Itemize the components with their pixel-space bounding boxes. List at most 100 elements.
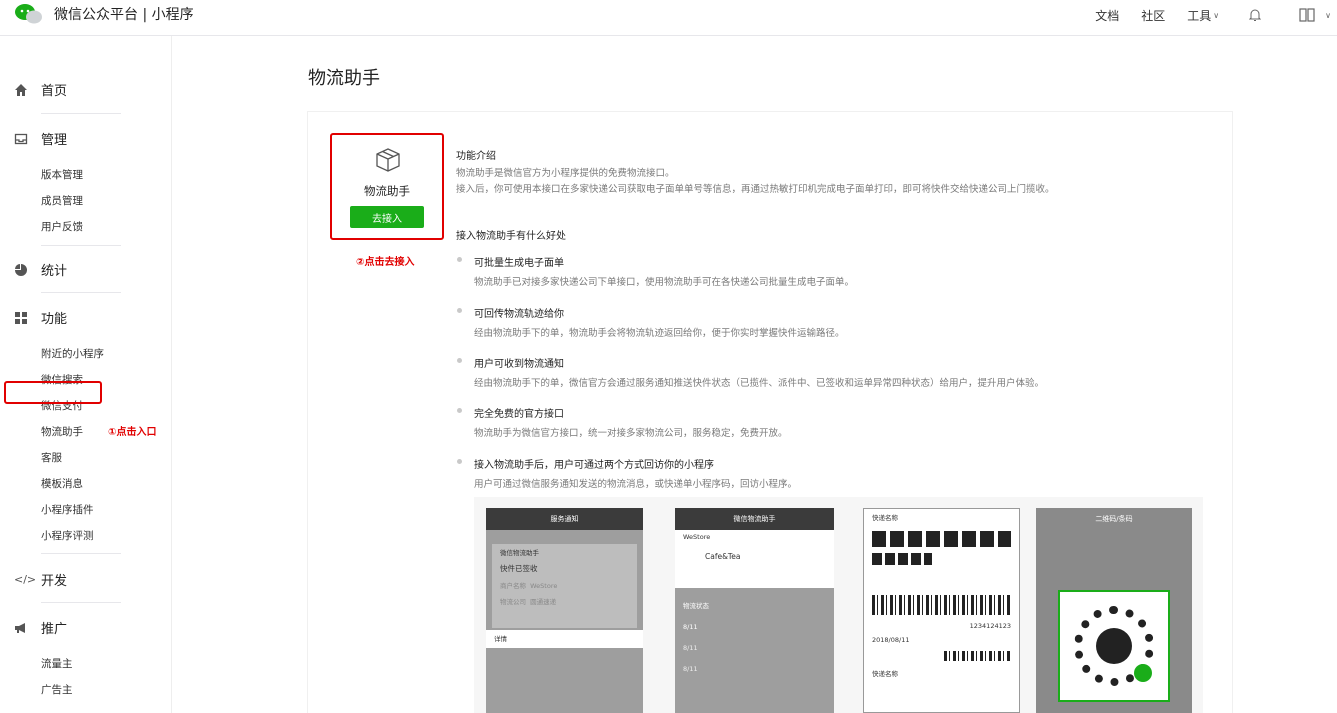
nav-community[interactable]: 社区 [1141,7,1165,24]
store-card: WeStore Cafe&Tea [675,530,834,588]
sidebar-item-review[interactable]: 小程序评测 [41,528,94,543]
mini-program-logo-icon [1096,628,1132,664]
annotation-step1: ①点击入口 [108,427,157,438]
notice-status: 快件已签收 [500,564,538,573]
benefit-desc: 物流助手为微信官方接口，统一对接多家物流公司，服务稳定，免费开放。 [474,428,788,439]
inbox-icon [14,133,28,144]
top-nav: 文档 社区 工具 ∨ ∨ [1095,0,1337,30]
sidebar-divider [41,245,121,246]
annotation-step2: ②点击去接入 [356,257,415,268]
screenshot-logistics-helper: 微信物流助手 WeStore Cafe&Tea 物流状态 8/11 8/11 8… [675,508,834,713]
plugin-card: 物流助手 去接入 [330,133,444,240]
sidebar-item-home[interactable]: 首页 [14,80,67,99]
benefit-desc: 用户可通过微信服务通知发送的物流消息，或快递单小程序码，回访小程序。 [474,479,798,490]
megaphone-icon [15,622,25,633]
sidebar-item-stats[interactable]: 统计 [14,260,67,279]
home-icon [15,83,27,96]
tracking-date: 8/11 [683,623,698,631]
screenshot-qrcode: 二维码/条码 [1036,508,1192,713]
waybill-barcode-small [944,651,1011,661]
benefit-title: 可回传物流轨迹给你 [474,309,564,320]
nav-tools-label: 工具 [1187,8,1212,23]
store-item: Cafe&Tea [705,552,741,561]
waybill-big-code [872,531,1011,547]
waybill-label: 快递名称 [872,514,898,522]
waybill-date: 2018/08/11 [872,636,910,644]
sidebar-label-manage: 管理 [41,133,68,148]
wechat-logo-icon [15,4,42,24]
sidebar-item-promo[interactable]: 推广 [14,618,67,637]
top-bar: 微信公众平台 | 小程序 文档 社区 工具 ∨ ∨ [0,0,1337,36]
code-icon: </> [14,572,37,586]
courier-value: 圆通速递 [530,598,557,606]
pie-chart-icon [15,263,27,276]
notice-merchant: 商户名称 WeStore [492,577,637,593]
notice-detail: 详情 [494,635,507,643]
benefit-title: 用户可收到物流通知 [474,359,564,370]
merchant-label: 商户名称 [500,582,526,590]
notice-detail-row: 详情 [486,630,643,648]
sidebar-item-template[interactable]: 模板消息 [41,476,83,491]
sidebar-item-advertiser[interactable]: 广告主 [41,682,73,697]
waybill-barcode [872,595,1011,615]
sidebar-item-nearby[interactable]: 附近的小程序 [41,346,104,361]
store-name: WeStore [683,533,711,541]
courier-label: 物流公司 [500,598,526,606]
sidebar-item-dev[interactable]: </> 开发 [14,570,68,590]
sidebar-item-service[interactable]: 客服 [41,450,62,465]
waybill-small-code [872,553,932,565]
sidebar-divider [41,292,121,293]
nav-tools[interactable]: 工具 ∨ [1187,7,1219,24]
waybill-number: 1234124123 [969,622,1011,630]
phone-header: 服务通知 [486,508,643,530]
page-title: 物流助手 [308,68,380,89]
sidebar-item-logistics[interactable]: 物流助手 [41,424,83,439]
chevron-down-icon: ∨ [1213,10,1220,20]
notice-card: 微信物流助手 快件已签收 商户名称 WeStore 物流公司 圆通速递 [492,544,637,628]
benefit-title: 可批量生成电子面单 [474,258,564,269]
sidebar-item-features[interactable]: 功能 [14,308,67,327]
sidebar-label-stats: 统计 [41,264,68,279]
join-button[interactable]: 去接入 [350,206,424,228]
package-icon [376,148,400,172]
phone-header: 二维码/条码 [1036,508,1192,530]
benefit-desc: 经由物流助手下的单，物流助手会将物流轨迹返回给你，便于你实时掌握快件运输路径。 [474,328,845,339]
sidebar-item-version[interactable]: 版本管理 [41,167,83,182]
benefit-desc: 物流助手已对接多家快递公司下单接口，使用物流助手可在各快递公司批量生成电子面单。 [474,277,855,288]
grid-icon [15,311,27,324]
screenshot-service-notice: 服务通知 微信物流助手 快件已签收 商户名称 WeStore 物流公司 圆通速递… [486,508,643,713]
bullet-dot [457,408,462,413]
bullet-dot [457,308,462,313]
phone-header: 微信物流助手 [675,508,834,530]
tracking-section: 物流状态 [683,602,709,610]
sidebar-label-promo: 推广 [41,622,68,637]
sidebar-label-features: 功能 [41,312,68,327]
sidebar-label-dev: 开发 [41,574,68,589]
bell-icon[interactable] [1249,8,1262,22]
highlight-box-logistics [4,381,102,404]
bullet-dot [457,257,462,262]
sidebar-label-home: 首页 [41,84,68,99]
sidebar-item-manage[interactable]: 管理 [14,129,67,148]
sidebar-divider [41,113,121,114]
layout-switch-icon[interactable] [1299,7,1319,23]
nav-docs[interactable]: 文档 [1095,7,1119,24]
intro-line1: 物流助手是微信官方为小程序提供的免费物流接口。 [456,168,675,179]
notice-from: 微信物流助手 [500,549,539,557]
waybill-label2: 快递名称 [872,670,898,678]
sidebar-item-feedback[interactable]: 用户反馈 [41,219,83,234]
sidebar-divider [41,602,121,603]
sidebar-item-traffic[interactable]: 流量主 [41,656,73,671]
sidebar-item-plugin[interactable]: 小程序插件 [41,502,94,517]
benefit-title: 完全免费的官方接口 [474,409,564,420]
mini-program-code [1058,590,1170,702]
plugin-name: 物流助手 [364,184,410,198]
sidebar-item-members[interactable]: 成员管理 [41,193,83,208]
merchant-value: WeStore [530,582,558,590]
brand-title[interactable]: 微信公众平台 | 小程序 [54,4,194,24]
intro-line2: 接入后，你可使用本接口在多家快递公司获取电子面单单号等信息，再通过热敏打印机完成… [456,184,1055,195]
chevron-down-icon[interactable]: ∨ [1325,11,1331,20]
benefits-title: 接入物流助手有什么好处 [456,231,566,242]
mini-program-badge-icon [1134,664,1152,682]
screenshot-waybill: 快递名称 1234124123 2018/08/11 快递名称 [863,508,1020,713]
